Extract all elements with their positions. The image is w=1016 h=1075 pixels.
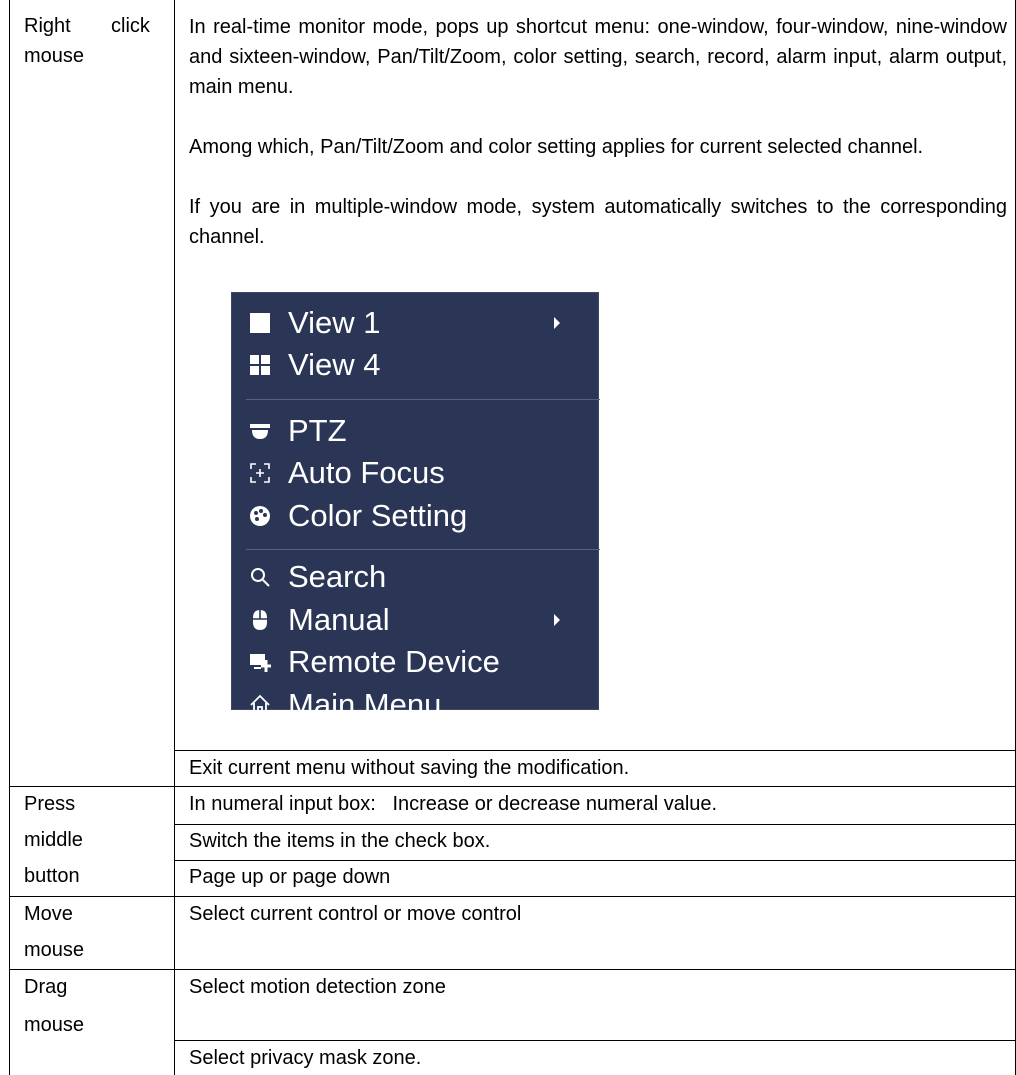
row-label-press-middle: middle (24, 829, 83, 851)
focus-icon (249, 462, 271, 484)
menu-item-label: Main Menu (288, 687, 442, 722)
table-rule (9, 896, 1016, 897)
menu-item-label: Search (288, 559, 387, 594)
table-rule (174, 860, 1016, 861)
menu-item-color-setting[interactable]: Color Setting (232, 496, 600, 536)
menu-item-label: View 4 (288, 347, 381, 382)
menu-item-label: Auto Focus (288, 455, 445, 490)
row-label-right-click: click (111, 15, 150, 37)
row-label-drag-mouse: Drag (24, 976, 68, 998)
mouse-icon (249, 609, 271, 631)
middle-button-page: Page up or page down (189, 866, 391, 888)
table-rule (174, 824, 1016, 825)
menu-item-remote-device[interactable]: Remote Device (232, 642, 600, 682)
mouse-operation-table: Right click mouse In real-time monitor m… (0, 0, 1016, 1075)
menu-item-auto-focus[interactable]: Auto Focus (232, 453, 600, 493)
menu-item-label: PTZ (288, 413, 347, 448)
remote-device-icon (249, 651, 271, 673)
row-label-press-middle: button (24, 865, 80, 887)
context-menu: View 1 View 4 PTZ Auto Focus Color Setti… (231, 292, 600, 722)
submenu-arrow-icon (554, 317, 560, 329)
palette-icon (249, 505, 271, 527)
menu-item-main-menu[interactable]: Main Menu (232, 685, 600, 725)
quad-window-icon (249, 354, 271, 376)
drag-privacy-zone: Select privacy mask zone. (189, 1047, 422, 1069)
row-label-right-click: mouse (24, 45, 85, 67)
menu-item-ptz[interactable]: PTZ (232, 411, 600, 451)
search-icon (249, 566, 271, 588)
right-click-description: In real-time monitor mode, pops up short… (189, 16, 1007, 98)
menu-item-label: Color Setting (288, 498, 468, 533)
table-column-divider (174, 0, 175, 1075)
ptz-camera-icon (249, 420, 271, 442)
menu-item-label: View 1 (288, 305, 381, 340)
table-rule (174, 1040, 1016, 1041)
menu-item-view-4[interactable]: View 4 (232, 345, 600, 385)
row-label-press-middle: Press (24, 793, 76, 815)
row-label-move-mouse: Move (24, 903, 73, 925)
table-border-left (9, 0, 10, 1075)
right-click-note: If you are in multiple-window mode, syst… (189, 196, 1007, 248)
menu-item-search[interactable]: Search (232, 557, 600, 597)
right-click-note: Among which, Pan/Tilt/Zoom and color set… (189, 136, 924, 158)
move-mouse-description: Select current control or move control (189, 903, 522, 925)
home-icon (249, 694, 271, 716)
row-label-right-click: Right (24, 15, 71, 37)
menu-separator (246, 549, 600, 550)
table-rule (174, 750, 1016, 751)
drag-motion-zone: Select motion detection zone (189, 976, 446, 998)
menu-separator (246, 399, 600, 400)
menu-item-label: Manual (288, 602, 390, 637)
row-label-move-mouse: mouse (24, 939, 85, 961)
menu-item-view-1[interactable]: View 1 (232, 303, 600, 343)
menu-item-label: Remote Device (288, 644, 500, 679)
row-label-drag-mouse: mouse (24, 1014, 85, 1036)
single-window-icon (249, 312, 271, 334)
middle-button-checkbox: Switch the items in the check box. (189, 830, 491, 852)
submenu-arrow-icon (554, 614, 560, 626)
exit-menu-description: Exit current menu without saving the mod… (189, 757, 630, 779)
table-rule (9, 786, 1016, 787)
table-rule (9, 969, 1016, 970)
menu-item-manual[interactable]: Manual (232, 600, 600, 640)
middle-button-numeral: In numeral input box: Increase or decrea… (189, 793, 718, 815)
